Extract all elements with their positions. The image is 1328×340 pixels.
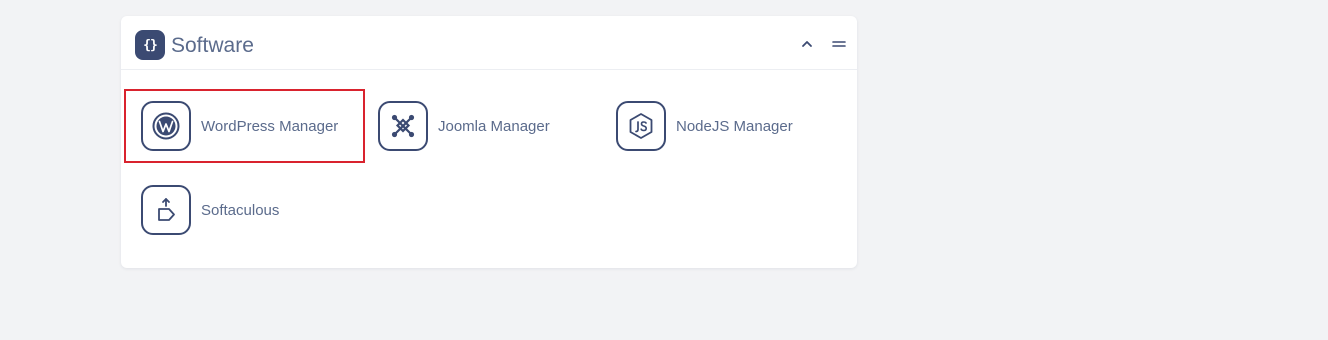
menu-icon (832, 41, 846, 47)
collapse-button[interactable] (797, 34, 817, 54)
app-label: WordPress Manager (201, 117, 339, 135)
nodejs-icon (616, 101, 666, 151)
app-joomla-manager[interactable]: Joomla Manager (378, 99, 550, 153)
app-label: Softaculous (201, 201, 280, 219)
chevron-up-icon (802, 41, 812, 47)
code-braces-icon: {} (135, 30, 165, 60)
app-label: NodeJS Manager (676, 117, 793, 135)
panel-header: {} Software (121, 16, 857, 70)
software-panel: {} Software WordPress Manager Joomla Man… (121, 16, 857, 268)
panel-title: Software (171, 34, 254, 57)
softaculous-icon (141, 185, 191, 235)
joomla-icon (378, 101, 428, 151)
app-wordpress-manager[interactable]: WordPress Manager (141, 99, 338, 153)
app-label: Joomla Manager (438, 117, 550, 135)
wordpress-icon (141, 101, 191, 151)
panel-menu-button[interactable] (829, 34, 849, 54)
app-softaculous[interactable]: Softaculous (141, 183, 279, 237)
app-nodejs-manager[interactable]: NodeJS Manager (616, 99, 793, 153)
